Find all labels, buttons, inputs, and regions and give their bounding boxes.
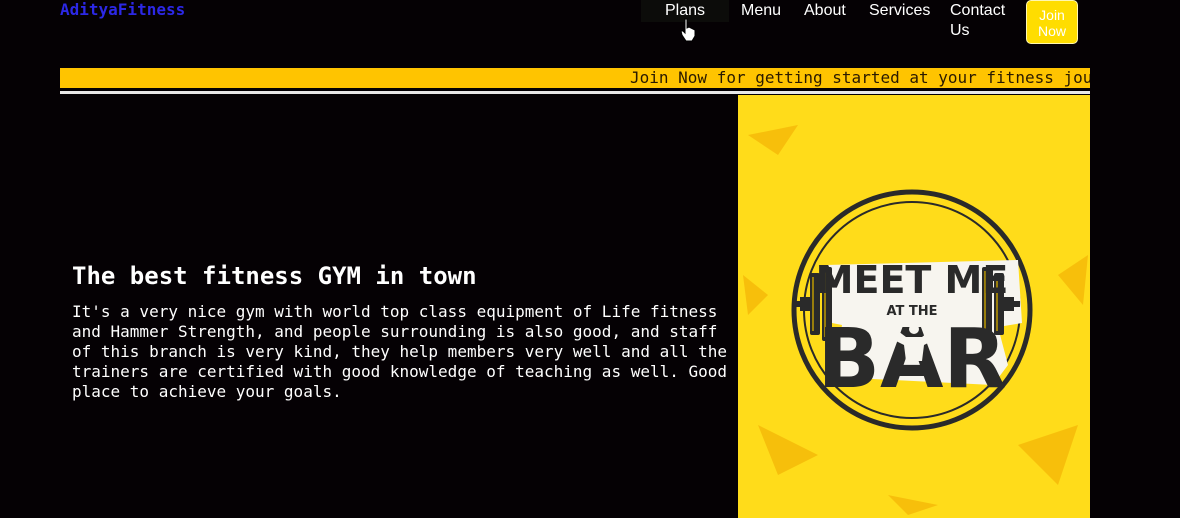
poster-line1: MEET ME <box>816 258 1009 302</box>
divider <box>60 91 1090 94</box>
marquee-text: Join Now for getting started at your fit… <box>630 68 1090 87</box>
poster-graphic: MEET ME AT THE BAR <box>743 115 1088 515</box>
nav-item-services[interactable]: Services <box>869 1 930 21</box>
hero-description: It's a very nice gym with world top clas… <box>72 302 728 401</box>
hero-title: The best fitness GYM in town <box>72 262 477 290</box>
join-now-button[interactable]: Join Now <box>1026 0 1078 44</box>
nav-item-about[interactable]: About <box>804 1 846 21</box>
hand-cursor-icon <box>680 18 696 42</box>
top-nav: Plans Menu About Services Contact Us Joi… <box>0 0 1180 50</box>
announcement-marquee: Join Now for getting started at your fit… <box>60 68 1090 88</box>
nav-item-menu[interactable]: Menu <box>741 1 781 21</box>
gym-poster-image: MEET ME AT THE BAR <box>738 95 1090 518</box>
nav-item-contact[interactable]: Contact Us <box>950 1 1010 41</box>
